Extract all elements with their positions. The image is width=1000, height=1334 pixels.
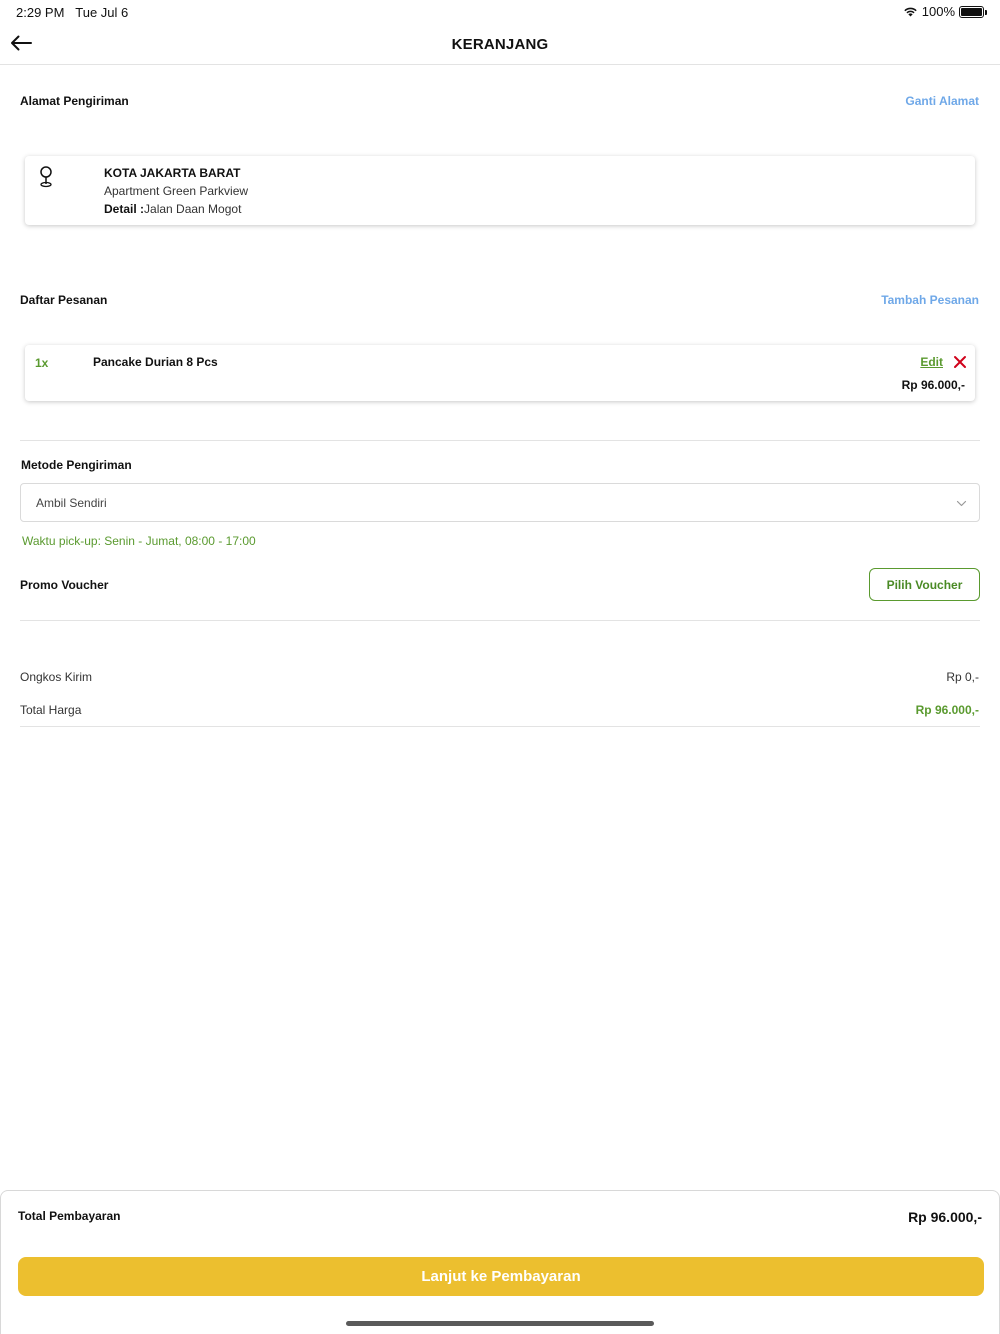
location-pin-icon: [40, 166, 52, 188]
total-price-value: Rp 96.000,-: [915, 703, 979, 717]
address-city: KOTA JAKARTA BARAT: [104, 166, 241, 180]
orders-section-title: Daftar Pesanan: [20, 293, 108, 307]
address-detail-label: Detail :: [104, 202, 145, 216]
voucher-section-title: Promo Voucher: [20, 578, 109, 592]
status-bar: 2:29 PM Tue Jul 6 100%: [0, 0, 1000, 24]
continue-to-payment-button[interactable]: Lanjut ke Pembayaran: [18, 1257, 984, 1296]
nav-bar: KERANJANG: [0, 24, 1000, 65]
address-line: Apartment Green Parkview: [104, 184, 249, 198]
battery-icon: [959, 5, 987, 18]
status-date: Tue Jul 6: [75, 5, 129, 20]
order-price: Rp 96.000,-: [901, 378, 965, 392]
order-qty: 1x: [35, 356, 49, 370]
address-section-title: Alamat Pengiriman: [20, 94, 129, 108]
total-price-label: Total Harga: [20, 703, 82, 717]
status-indicators: 100%: [903, 4, 987, 19]
battery-percent: 100%: [921, 4, 955, 19]
order-edit-link[interactable]: Edit: [920, 355, 943, 369]
change-address-link[interactable]: Ganti Alamat: [905, 94, 979, 108]
address-detail-value: Jalan Daan Mogot: [144, 202, 242, 216]
pickup-time-note: Waktu pick-up: Senin - Jumat, 08:00 - 17…: [22, 534, 256, 548]
page-title: KERANJANG: [451, 36, 549, 53]
home-indicator: [346, 1321, 654, 1326]
order-name: Pancake Durian 8 Pcs: [93, 355, 218, 369]
chevron-down-icon: [956, 500, 967, 507]
status-time-value: 2:29 PM: [16, 5, 65, 20]
select-voucher-button[interactable]: Pilih Voucher: [869, 568, 980, 601]
address-card[interactable]: KOTA JAKARTA BARAT Apartment Green Parkv…: [25, 156, 975, 225]
shipping-cost-label: Ongkos Kirim: [20, 670, 93, 684]
divider: [20, 620, 980, 621]
shipping-method-select[interactable]: Ambil Sendiri: [20, 483, 980, 522]
shipping-section-title: Metode Pengiriman: [21, 458, 132, 472]
status-time: 2:29 PM Tue Jul 6: [16, 5, 128, 20]
divider: [20, 726, 980, 727]
add-order-link[interactable]: Tambah Pesanan: [881, 293, 979, 307]
remove-item-icon[interactable]: [953, 355, 967, 369]
total-payment-label: Total Pembayaran: [18, 1209, 121, 1223]
wifi-icon: [904, 7, 917, 17]
shipping-cost-value: Rp 0,-: [946, 670, 979, 684]
address-detail: Detail :Jalan Daan Mogot: [104, 202, 241, 216]
divider: [20, 440, 980, 441]
payment-panel: Total Pembayaran Rp 96.000,- Lanjut ke P…: [0, 1190, 1000, 1334]
shipping-method-value: Ambil Sendiri: [36, 496, 107, 510]
order-item-card: 1x Pancake Durian 8 Pcs Edit Rp 96.000,-: [25, 345, 975, 401]
total-payment-value: Rp 96.000,-: [908, 1209, 982, 1225]
